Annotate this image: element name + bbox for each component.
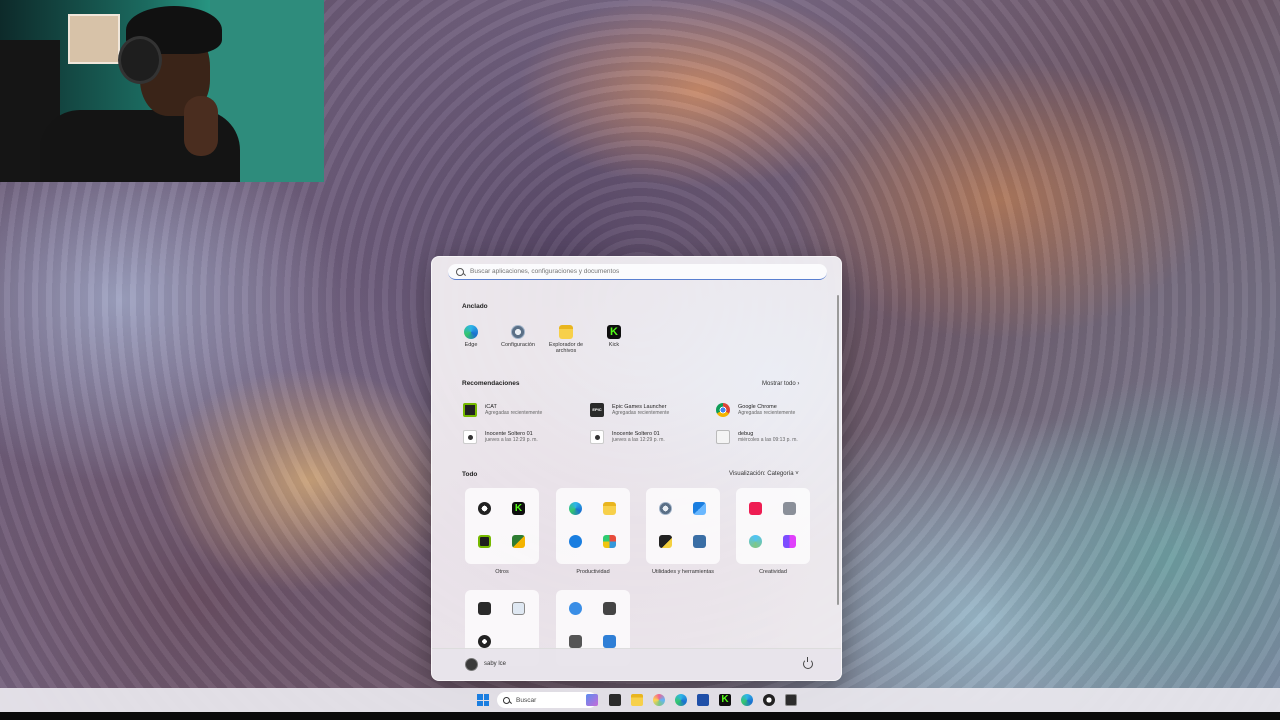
category-folder-otros[interactable]: K [465,488,539,564]
view-mode-button[interactable]: Visualización: Categoría ˅ [729,471,799,477]
avatar[interactable] [465,658,478,671]
category-label: Otros [495,569,509,575]
recommendation-subtitle: jueves a las 12:29 p. m. [485,437,538,443]
recommendation-item[interactable]: EPIC Epic Games Launcher Agregadas recie… [590,403,710,417]
category-label: Creatividad [759,569,787,575]
edge-icon [464,325,478,339]
nvidia-icon [478,535,491,548]
epic-games-icon: EPIC [590,403,604,417]
settings-gear-icon [659,502,672,515]
recommendation-item[interactable]: debug miércoles a las 09:13 p. m. [716,430,836,444]
photos-icon [749,535,762,548]
obs-icon[interactable] [763,694,775,706]
show-all-label: Mostrar todo [762,381,796,387]
pinned-label: Edge [464,342,478,348]
folder-icon [603,502,616,515]
view-mode-label: Visualización: Categoría [729,471,794,477]
edge-icon[interactable] [675,694,687,706]
start-scrollbar[interactable] [837,295,839,605]
control-panel-icon [693,535,706,548]
pinned-label: Configuración [501,342,535,348]
chevron-right-icon: › [797,381,800,387]
sticky-notes-icon [659,535,672,548]
store-icon[interactable] [697,694,709,706]
app-icon[interactable] [785,694,797,706]
store-icon [603,535,616,548]
camera-icon [783,502,796,515]
folder-icon [559,325,573,339]
windows-start-icon[interactable] [477,694,489,706]
start-search-input[interactable] [470,268,800,275]
copilot-icon[interactable] [653,694,665,706]
media-player-icon [478,635,491,648]
category-label: Productividad [576,569,610,575]
show-all-button[interactable]: Mostrar todo › [762,381,799,387]
user-name[interactable]: saby lce [484,661,506,667]
file-explorer-icon[interactable] [631,694,643,706]
edge-dev-icon[interactable] [741,694,753,706]
pinned-label: Explorador de archivos [548,342,584,354]
all-apps-title: Todo [462,471,478,478]
kick-icon: K [607,325,621,339]
taskbar-search-label: Buscar [516,696,537,704]
chevron-down-icon: ˅ [795,471,799,477]
nvidia-icon [463,403,477,417]
webcam-wall-picture [68,14,120,64]
media-file-icon [590,430,604,444]
start-menu: Anclado Edge Configuración Explorador de… [431,256,842,681]
epic-games-icon [478,602,491,615]
category-folder-productividad[interactable] [556,488,630,564]
recommendation-item[interactable]: Inocente Soltero 01 jueves a las 12:29 p… [463,430,583,444]
tiktok-icon [749,502,762,515]
recommendations-title: Recomendaciones [462,380,520,387]
search-icon [456,267,464,276]
recommendation-subtitle: jueves a las 12:29 p. m. [612,437,665,443]
tips-icon [569,635,582,648]
pinned-configuracion[interactable]: Configuración [494,325,542,348]
webcam-overlay [0,0,324,182]
recommendation-subtitle: Agregadas recientemente [485,410,543,416]
recommendation-item[interactable]: Inocente Soltero 01 jueves a las 12:29 p… [590,430,710,444]
terminal-icon [603,602,616,615]
settings-gear-icon [511,325,525,339]
widgets-icon[interactable] [586,694,598,706]
screen-bottom-bar [0,712,1280,720]
pinned-kick[interactable]: K Kick [590,325,638,348]
chrome-icon [716,403,730,417]
obs-icon [478,502,491,515]
pinned-explorador[interactable]: Explorador de archivos [542,325,590,354]
pinned-title: Anclado [462,303,488,310]
kick-icon: K [512,502,525,515]
webcam-person-hand [184,96,218,156]
people-icon [569,602,582,615]
taskbar-search[interactable]: Buscar [497,692,597,708]
xbox-app-icon [512,535,525,548]
recommendation-subtitle: miércoles a las 09:13 p. m. [738,437,798,443]
search-icon [503,696,510,704]
pinned-edge[interactable]: Edge [447,325,495,348]
power-icon[interactable] [803,657,813,669]
start-footer: saby lce [432,648,841,680]
category-folder-utilidades[interactable] [646,488,720,564]
clipchamp-icon [783,535,796,548]
remote-desktop-icon [693,502,706,515]
display-icon [603,635,616,648]
media-file-icon [463,430,477,444]
task-view-icon[interactable] [609,694,621,706]
headphones-icon [118,36,162,84]
recommendation-item[interactable]: Google Chrome Agregadas recientemente [716,403,836,417]
document-icon [716,430,730,444]
help-icon [569,535,582,548]
recommendation-item[interactable]: iCAT Agregadas recientemente [463,403,583,417]
category-folder-creatividad[interactable] [736,488,810,564]
start-search-box[interactable] [448,264,827,280]
recommendation-subtitle: Agregadas recientemente [738,410,796,416]
recommendation-subtitle: Agregadas recientemente [612,410,670,416]
edge-icon [569,502,582,515]
solitaire-icon [512,602,525,615]
kick-icon[interactable]: K [719,694,731,706]
pinned-label: Kick [608,342,620,348]
category-label: Utilidades y herramientas [651,569,715,575]
